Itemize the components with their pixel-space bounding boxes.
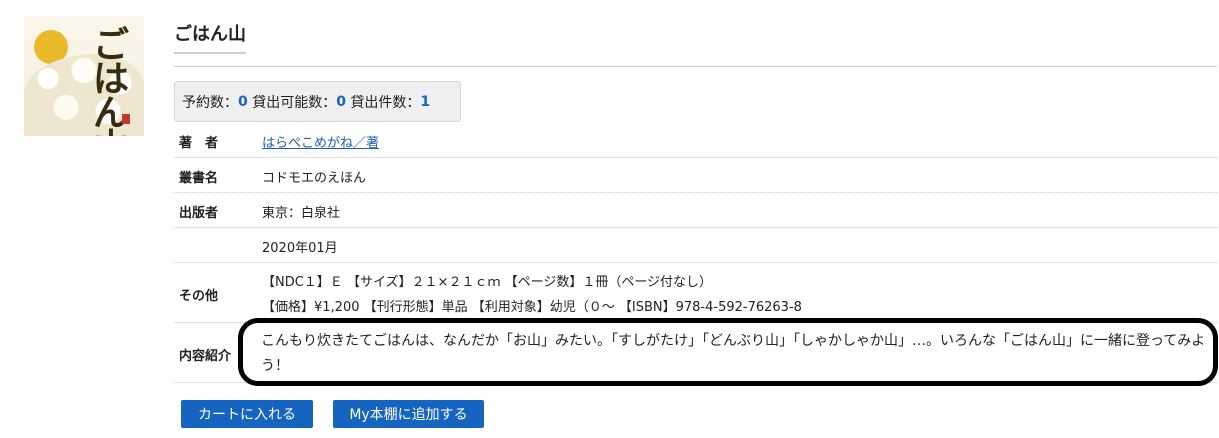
add-to-shelf-button[interactable]: My本棚に追加する: [333, 400, 484, 428]
other-line-2: 【価格】¥1,200 【刊行形態】単品 【利用対象】幼児（０～ 【ISBN】97…: [262, 300, 802, 315]
summary-highlight-box: こんもり炊きたてごはんは、なんだか「お山」みたい。「すしがたけ」「どんぶり山」「…: [238, 318, 1218, 386]
publisher-value: 東京：白泉社: [262, 206, 341, 221]
reservations-count: 0: [238, 93, 248, 110]
other-line-1: 【NDC１】Ｅ 【サイズ】２１×２１ｃｍ 【ページ数】１冊（ページ付なし）: [262, 275, 713, 290]
stats-box: 予約数： 0 貸出可能数： 0 貸出件数： 1: [174, 81, 461, 122]
cover-title-text: ご は ん 山: [92, 24, 129, 136]
author-link[interactable]: はらぺこめがね／著: [262, 136, 379, 151]
series-value: コドモエのえほん: [262, 171, 367, 186]
author-row: 著 者 はらぺこめがね／著: [174, 123, 1217, 158]
add-to-cart-button[interactable]: カートに入れる: [181, 400, 313, 428]
book-cover-image: ご は ん 山: [24, 16, 144, 136]
author-label: 著 者: [179, 136, 219, 151]
summary-text: こんもり炊きたてごはんは、なんだか「お山」みたい。「すしがたけ」「どんぶり山」「…: [261, 333, 1206, 374]
other-row: その他 【NDC１】Ｅ 【サイズ】２１×２１ｃｍ 【ページ数】１冊（ページ付なし…: [174, 263, 1217, 323]
publisher-row: 出版者 東京：白泉社: [174, 193, 1217, 228]
publisher-label: 出版者: [179, 206, 219, 221]
available-label: 貸出可能数：: [252, 94, 337, 111]
title-section: ごはん山: [174, 18, 1217, 67]
date-row: 2020年01月: [174, 228, 1217, 263]
loans-label: 貸出件数：: [350, 94, 421, 111]
other-label: その他: [179, 289, 219, 304]
series-row: 叢書名 コドモエのえほん: [174, 158, 1217, 193]
series-label: 叢書名: [179, 171, 219, 186]
reservations-label: 予約数：: [182, 94, 238, 111]
cover-stamp: [122, 114, 130, 124]
available-count: 0: [336, 93, 346, 110]
page-title: ごはん山: [174, 20, 246, 54]
summary-label: 内容紹介: [179, 349, 232, 364]
loans-count: 1: [420, 93, 431, 110]
publish-date: 2020年01月: [262, 241, 338, 256]
